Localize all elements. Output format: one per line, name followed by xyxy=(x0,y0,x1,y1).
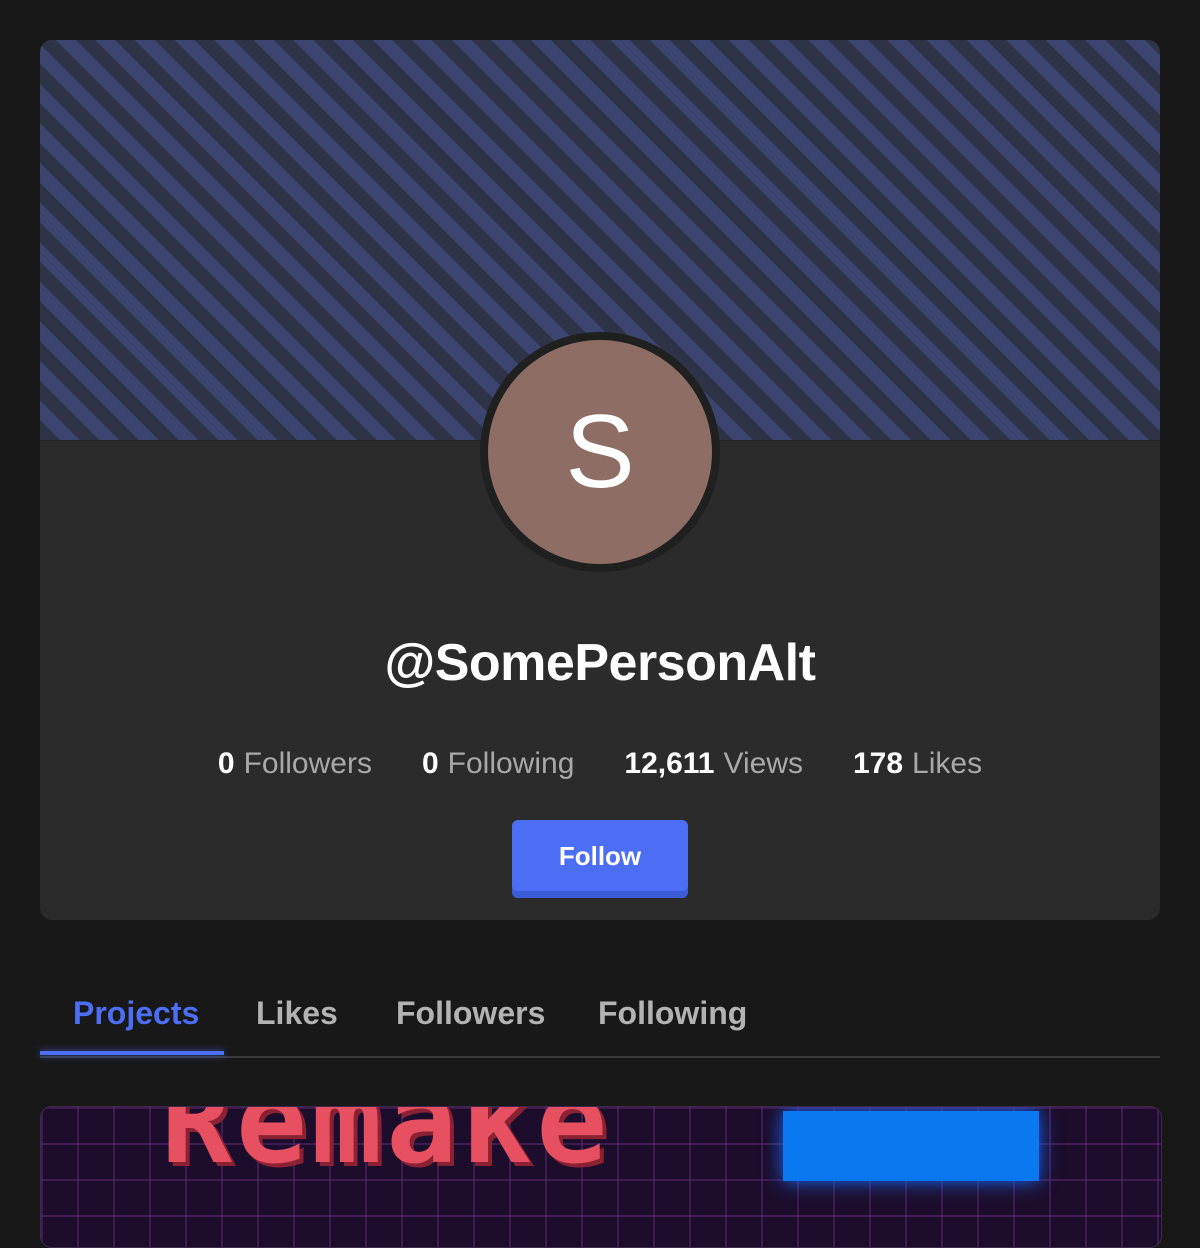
stat-followers-count: 0 xyxy=(217,747,235,780)
follow-button[interactable]: Follow xyxy=(512,820,688,898)
stat-following-label: Following xyxy=(447,747,575,780)
avatar: S xyxy=(488,340,712,564)
tab-projects[interactable]: Projects xyxy=(73,978,199,1056)
active-tab-indicator xyxy=(40,1051,224,1055)
tab-likes[interactable]: Likes xyxy=(256,978,338,1056)
stat-following[interactable]: 0 Following xyxy=(422,740,574,788)
stat-views: 12,611 Views xyxy=(624,740,803,788)
stat-followers[interactable]: 0 Followers xyxy=(218,740,372,788)
profile-card: S @SomePersonAlt 0 Followers 0 Following 1… xyxy=(40,40,1160,920)
username: @SomePersonAlt xyxy=(384,634,816,692)
tab-following[interactable]: Following xyxy=(598,978,747,1056)
stat-likes: 178 Likes xyxy=(853,740,982,788)
project-thumbnail-graphic xyxy=(783,1111,1039,1181)
stat-likes-label: Likes xyxy=(912,747,983,780)
stat-followers-label: Followers xyxy=(243,747,372,780)
project-card[interactable]: Remake xyxy=(40,1106,1162,1248)
project-thumbnail-title: Remake xyxy=(161,1106,612,1190)
profile-tabs: Projects Likes Followers Following xyxy=(40,978,1160,1058)
stat-likes-count: 178 xyxy=(852,747,904,780)
stat-following-count: 0 xyxy=(421,747,439,780)
stat-views-count: 12,611 xyxy=(624,747,715,780)
profile-stats: 0 Followers 0 Following 12,611 Views 178 Lik… xyxy=(40,740,1160,788)
tab-followers[interactable]: Followers xyxy=(396,978,545,1056)
stat-views-label: Views xyxy=(723,747,803,780)
